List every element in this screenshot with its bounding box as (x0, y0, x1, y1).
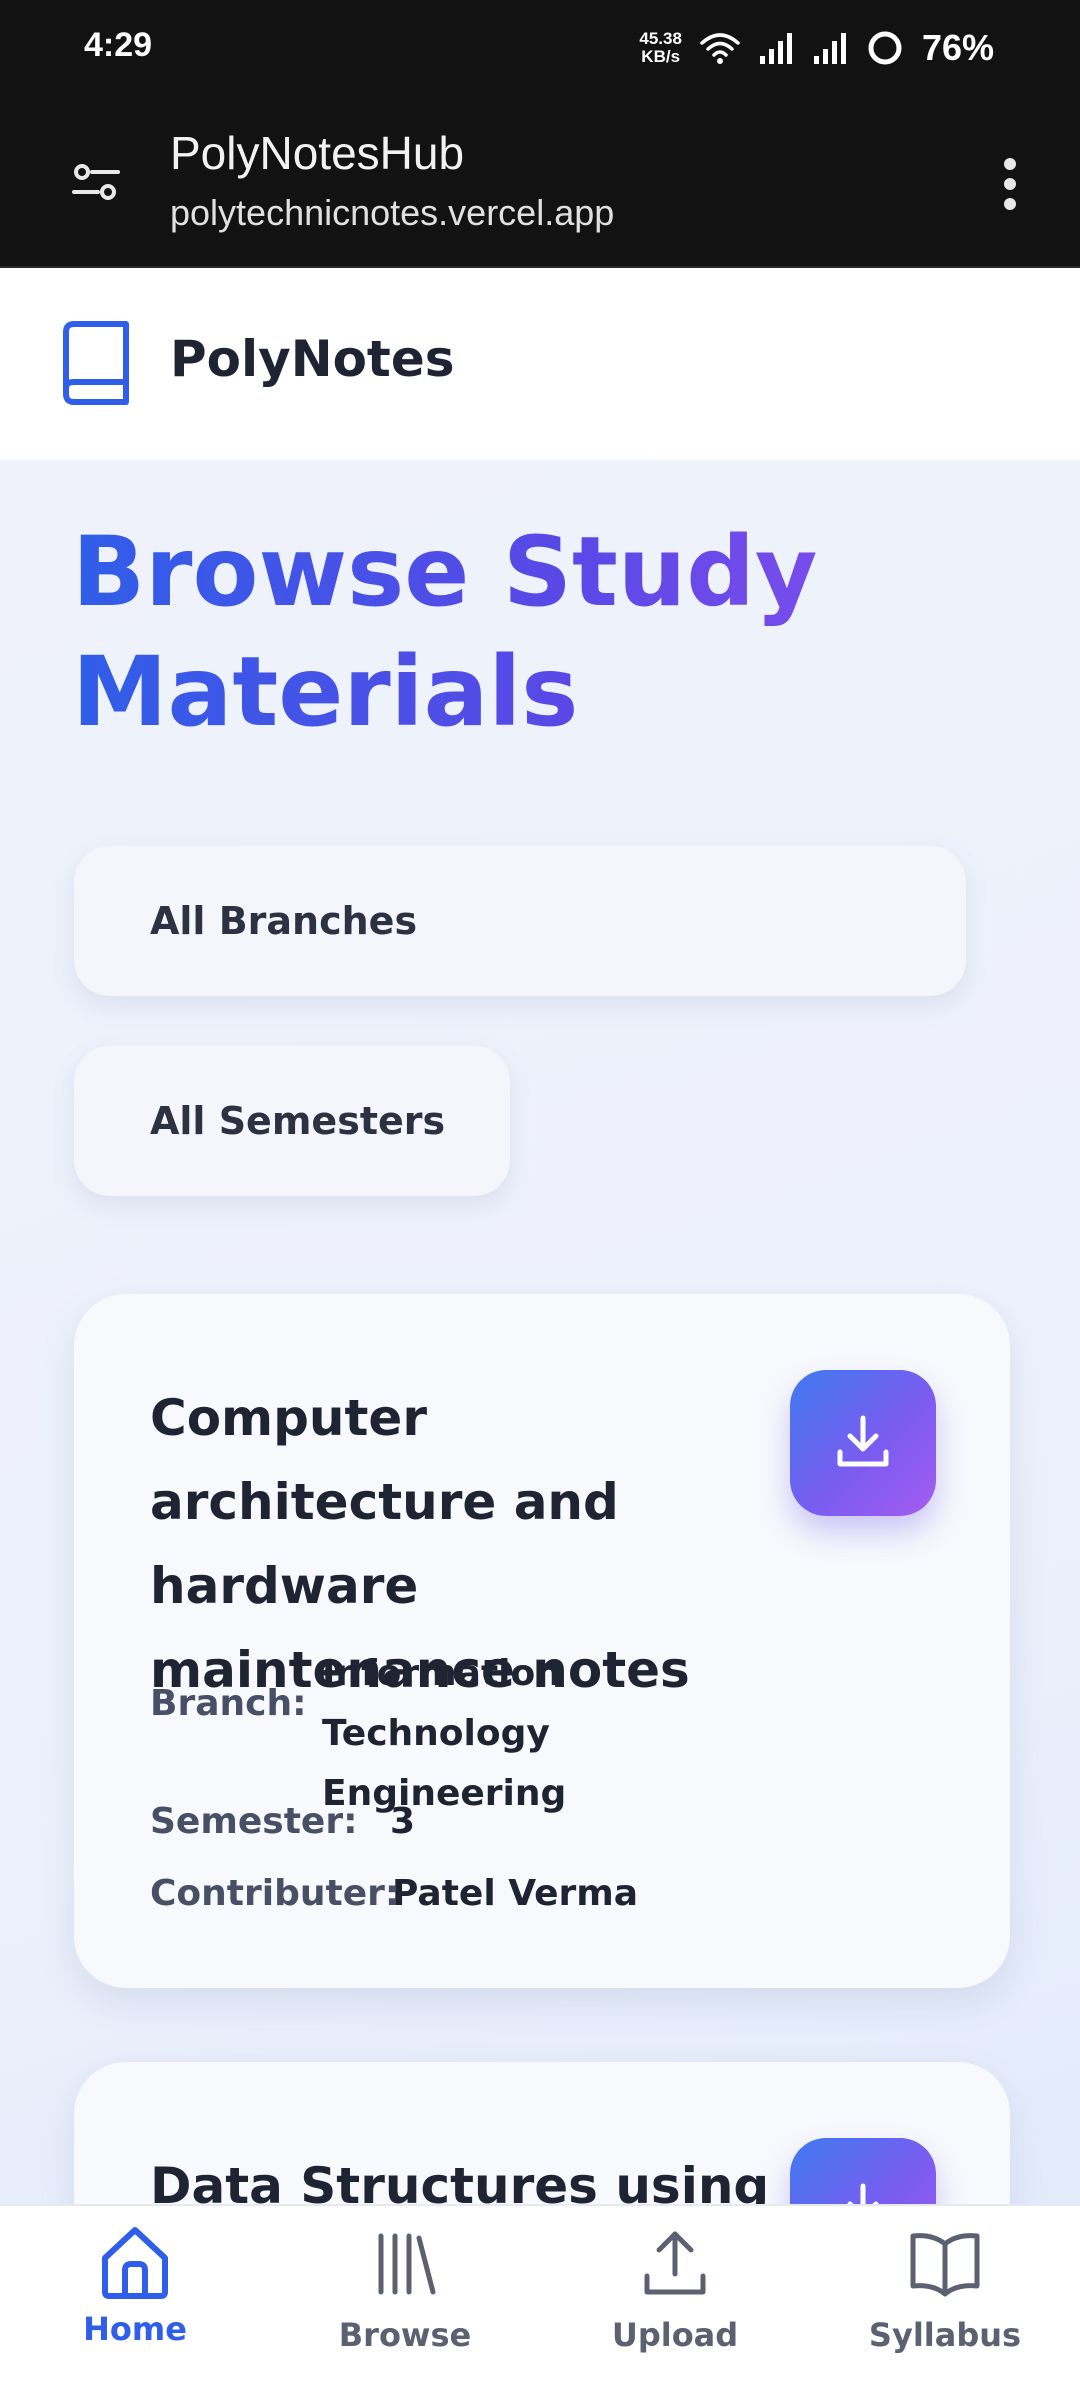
note-title: Data Structures using C (150, 2157, 770, 2204)
semester-value: 3 (390, 1801, 416, 1842)
nav-label: Browse (338, 2316, 472, 2354)
note-card: Data Structures using C (74, 2062, 1010, 2204)
site-settings-icon[interactable] (68, 154, 124, 210)
contributor-value: Patel Verma (392, 1873, 639, 1914)
bottom-navigation: Home Browse Upload Syllabus (0, 2204, 1080, 2400)
upload-icon (644, 2231, 706, 2295)
browser-toolbar: PolyNotesHub polytechnicnotes.vercel.app (0, 98, 1080, 268)
library-icon (378, 2233, 436, 2295)
app-header: PolyNotes (0, 268, 1080, 460)
status-time: 4:29 (84, 26, 153, 64)
main-content: Browse Study Materials All Branches All … (0, 460, 1080, 2204)
net-speed-unit: KB/s (641, 47, 681, 66)
nav-label: Syllabus (868, 2316, 1022, 2354)
semester-filter-select[interactable]: All Semesters (74, 1046, 510, 1196)
book-open-icon (910, 2233, 980, 2297)
wifi-icon (700, 33, 740, 64)
brand-name[interactable]: PolyNotes (170, 330, 455, 388)
contributor-label: Contributer: (150, 1873, 400, 1914)
battery-ring-icon (868, 31, 902, 65)
signal-icon-2 (813, 33, 846, 64)
download-button[interactable] (790, 1370, 936, 1516)
battery-percent: 76% (921, 27, 994, 68)
nav-upload[interactable]: Upload (540, 2206, 810, 2400)
site-title: PolyNotesHub (170, 127, 465, 179)
net-speed-value: 45.38 (639, 29, 682, 48)
download-button[interactable] (790, 2138, 936, 2204)
signal-icon (759, 33, 792, 64)
site-url[interactable]: polytechnicnotes.vercel.app (170, 192, 614, 234)
download-icon (837, 1415, 889, 1467)
status-icons: 45.38 KB/s 76% (639, 22, 994, 74)
semester-label: Semester: (150, 1801, 358, 1842)
download-icon (847, 2183, 879, 2204)
page-title: Browse Study Materials (72, 512, 972, 752)
nav-syllabus[interactable]: Syllabus (810, 2206, 1080, 2400)
status-bar: 4:29 45.38 KB/s 76% (0, 0, 1080, 98)
nav-browse[interactable]: Browse (270, 2206, 540, 2400)
nav-label: Home (83, 2310, 187, 2348)
home-icon (102, 2227, 168, 2299)
book-logo-icon[interactable] (58, 318, 134, 408)
branch-filter-select[interactable]: All Branches (74, 846, 966, 996)
note-card: Computer architecture and hardware maint… (74, 1294, 1010, 1988)
more-options-icon[interactable] (998, 154, 1022, 214)
net-speed: 45.38 KB/s (639, 30, 682, 66)
nav-label: Upload (611, 2316, 739, 2354)
contributor-row: Contributer: Patel Verma (150, 1864, 638, 1924)
semester-row: Semester: 3 (150, 1792, 415, 1852)
nav-home[interactable]: Home (0, 2206, 270, 2400)
